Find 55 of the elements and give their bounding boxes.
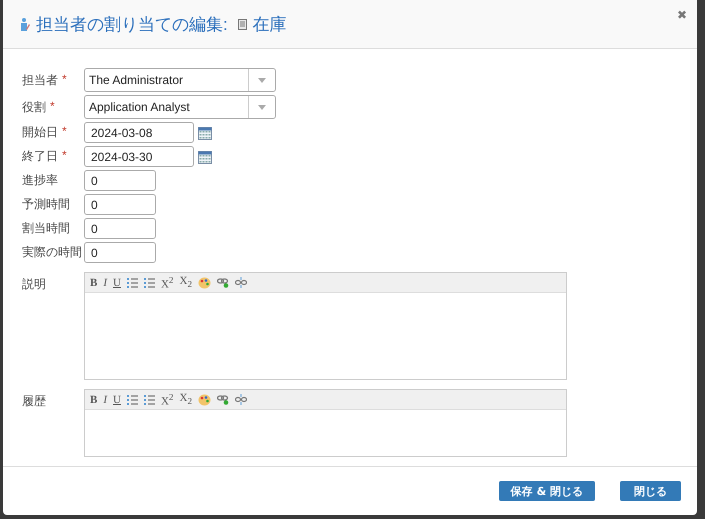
- script-button[interactable]: X$_{2}$: [180, 275, 192, 290]
- bullet-list-icon[interactable]: [144, 278, 155, 288]
- format-button[interactable]: I: [103, 276, 108, 288]
- calendar-icon[interactable]: [198, 150, 212, 164]
- unlink-icon[interactable]: [235, 277, 248, 288]
- close-button[interactable]: ✖: [677, 8, 687, 22]
- format-button[interactable]: B: [90, 276, 98, 288]
- required-mark: *: [62, 148, 67, 164]
- date-field[interactable]: 2024-03-08: [84, 122, 194, 143]
- caret-icon: [258, 104, 266, 110]
- select-field[interactable]: Application Analyst: [84, 95, 276, 119]
- save-close-button[interactable]: 保存 & 閉じる: [498, 481, 595, 501]
- format-button[interactable]: B: [90, 394, 98, 406]
- palette-icon[interactable]: [198, 394, 212, 406]
- date-field[interactable]: 2024-03-30: [84, 146, 194, 167]
- document-icon: [238, 18, 247, 30]
- field-label: 履歴: [22, 393, 46, 410]
- number-field[interactable]: 0: [84, 218, 156, 239]
- field-label: 実際の時間: [22, 244, 82, 261]
- palette-icon[interactable]: [198, 276, 212, 288]
- field-label: 終了日: [22, 148, 58, 165]
- number-field[interactable]: 0: [84, 170, 156, 191]
- field-label: 役割: [22, 98, 46, 116]
- field-label: 進捗率: [22, 172, 58, 189]
- select-field[interactable]: The Administrator: [84, 68, 276, 92]
- link-icon[interactable]: [217, 394, 230, 405]
- rich-text-editor[interactable]: B I U X$^{2}$ X$_{2}$: [84, 389, 567, 457]
- person-pencil-icon: [21, 18, 30, 30]
- dialog-title: 担当者の割り当ての編集:: [36, 14, 228, 36]
- script-button[interactable]: X$^{2}$: [160, 274, 174, 290]
- format-button[interactable]: U: [113, 276, 121, 288]
- link-icon[interactable]: [217, 277, 230, 288]
- record-name: 在庫: [252, 14, 287, 36]
- unlink-icon[interactable]: [235, 394, 248, 405]
- field-label: 割当時間: [22, 220, 70, 237]
- format-button[interactable]: I: [103, 394, 108, 406]
- script-button[interactable]: X$_{2}$: [180, 392, 192, 407]
- field-label: 説明: [22, 276, 46, 293]
- numbered-list-icon[interactable]: [126, 394, 138, 404]
- required-mark: *: [62, 124, 67, 140]
- script-button[interactable]: X$^{2}$: [160, 392, 174, 408]
- number-field[interactable]: 0: [84, 242, 156, 263]
- rich-text-editor[interactable]: B I U X$^{2}$ X$_{2}$: [84, 272, 567, 380]
- field-label: 開始日: [22, 124, 58, 141]
- number-field[interactable]: 0: [84, 194, 156, 215]
- format-button[interactable]: U: [113, 394, 121, 406]
- close-dialog-button[interactable]: 閉じる: [620, 481, 681, 501]
- required-mark: *: [50, 98, 55, 114]
- required-mark: *: [62, 72, 67, 88]
- calendar-icon[interactable]: [198, 126, 212, 140]
- field-label: 担当者: [22, 72, 58, 88]
- field-label: 予測時間: [22, 196, 70, 213]
- bullet-list-icon[interactable]: [144, 394, 155, 404]
- numbered-list-icon[interactable]: [126, 278, 138, 288]
- caret-icon: [258, 78, 266, 82]
